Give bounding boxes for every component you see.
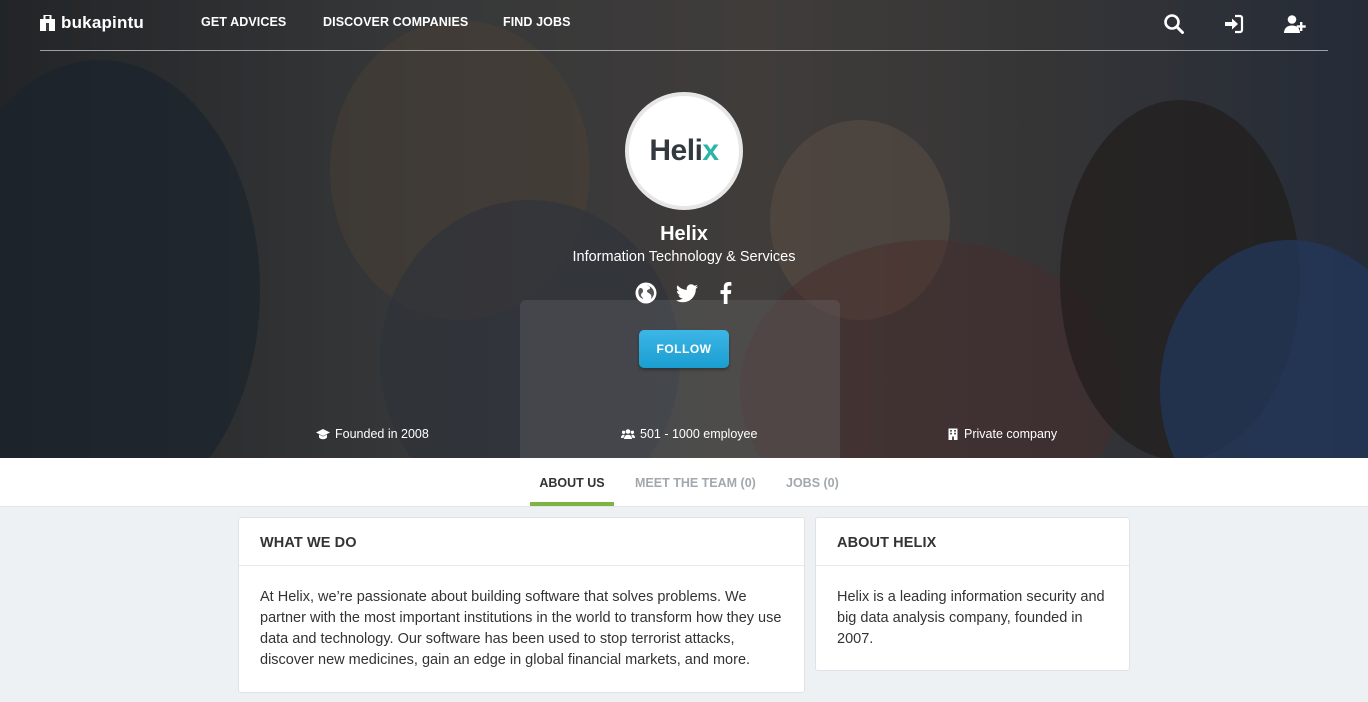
building-icon [948, 428, 958, 440]
employees-text: 501 - 1000 employee [640, 427, 758, 441]
follow-button[interactable]: FOLLOW [639, 330, 729, 368]
card-body: At Helix, we’re passionate about buildin… [260, 589, 782, 668]
card-title: WHAT WE DO [239, 518, 804, 566]
brand-name: bukapintu [61, 13, 145, 32]
profile-tabs: ABOUT US MEET THE TEAM (0) JOBS (0) [0, 458, 1368, 507]
nav-discover-companies[interactable]: DISCOVER COMPANIES [323, 15, 468, 29]
company-logo: Helix [625, 92, 743, 210]
card-body: Helix is a leading information security … [837, 589, 1105, 647]
users-icon [621, 429, 635, 439]
globe-icon[interactable] [634, 281, 658, 305]
nav-find-jobs[interactable]: FIND JOBS [503, 15, 571, 29]
company-type-text: Private company [964, 427, 1058, 441]
company-name: Helix [660, 223, 708, 245]
company-industry: Information Technology & Services [572, 249, 796, 265]
twitter-icon[interactable] [675, 281, 699, 305]
user-plus-icon[interactable] [1283, 12, 1307, 36]
tab-about-us[interactable]: ABOUT US [530, 458, 614, 506]
search-icon[interactable] [1162, 12, 1186, 36]
what-we-do-card: WHAT WE DO At Helix, we’re passionate ab… [238, 517, 805, 693]
founded-fact: Founded in 2008 [316, 427, 429, 441]
card-title: ABOUT HELIX [816, 518, 1129, 566]
founded-text: Founded in 2008 [335, 427, 429, 441]
door-icon [40, 15, 55, 31]
brand-logo[interactable]: bukapintu [40, 13, 144, 33]
about-card: ABOUT HELIX Helix is a leading informati… [815, 517, 1130, 671]
nav-get-advices[interactable]: GET ADVICES [201, 15, 286, 29]
facebook-icon[interactable] [714, 281, 738, 305]
top-nav: bukapintu GET ADVICES DISCOVER COMPANIES… [40, 0, 1328, 51]
tab-meet-the-team[interactable]: MEET THE TEAM (0) [635, 458, 756, 506]
sign-in-icon[interactable] [1222, 12, 1246, 36]
graduation-cap-icon [316, 429, 330, 440]
company-type-fact: Private company [947, 427, 1057, 441]
employees-fact: 501 - 1000 employee [621, 427, 757, 441]
tab-jobs[interactable]: JOBS (0) [786, 458, 839, 506]
